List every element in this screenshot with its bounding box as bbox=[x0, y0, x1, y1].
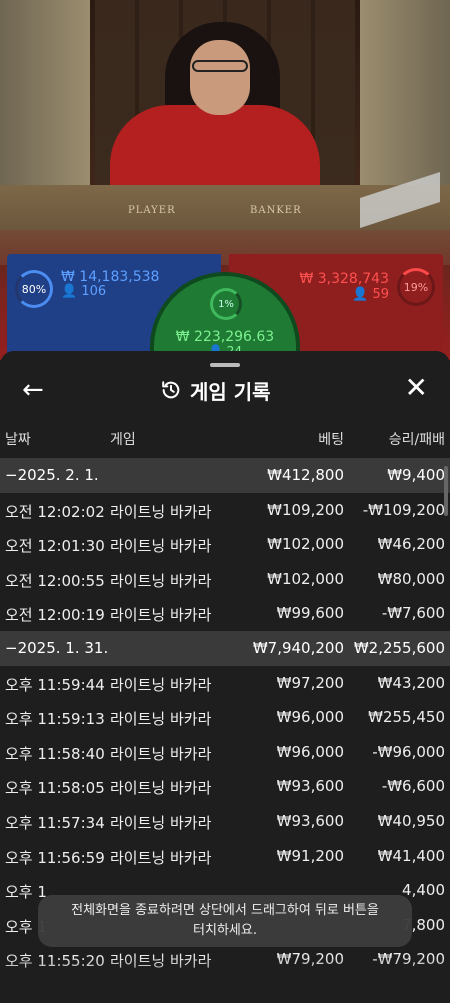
toast-line-2: 터치하세요. bbox=[193, 923, 257, 938]
row-win-loss: -₩96,000 bbox=[372, 742, 445, 761]
row-win-loss: ₩41,400 bbox=[377, 846, 445, 865]
row-date: 오후 11:56:59 bbox=[5, 848, 105, 867]
row-date: 오후 11:58:05 bbox=[5, 779, 105, 798]
row-win-loss: -₩7,600 bbox=[381, 604, 445, 623]
row-game: 라이트닝 바카라 bbox=[110, 813, 212, 832]
history-row[interactable]: 오전 12:01:30 라이트닝 바카라 ₩102,000 ₩46,200 bbox=[0, 527, 450, 562]
row-bet: ₩7,940,200 bbox=[252, 638, 344, 657]
history-row[interactable]: 오후 11:58:40 라이트닝 바카라 ₩96,000 -₩96,000 bbox=[0, 735, 450, 770]
banker-bet-amount: ₩ 3,328,743 bbox=[299, 271, 389, 287]
row-game: 라이트닝 바카라 bbox=[110, 848, 212, 867]
sheet-header: ← 게임 기록 ✕ bbox=[0, 371, 450, 411]
col-game[interactable]: 게임 bbox=[110, 429, 136, 449]
close-icon[interactable]: ✕ bbox=[405, 373, 428, 403]
row-bet: ₩93,600 bbox=[276, 811, 344, 830]
sheet-title-group: 게임 기록 bbox=[160, 375, 271, 405]
row-bet: ₩97,200 bbox=[276, 673, 344, 692]
history-row[interactable]: 오전 12:00:19 라이트닝 바카라 ₩99,600 -₩7,600 bbox=[0, 596, 450, 631]
row-game: 라이트닝 바카라 bbox=[110, 675, 212, 694]
row-bet: ₩96,000 bbox=[276, 708, 344, 727]
row-date: 오후 11:59:13 bbox=[5, 710, 105, 729]
row-game: 라이트닝 바카라 bbox=[110, 502, 212, 521]
row-win-loss: -₩6,600 bbox=[381, 777, 445, 796]
row-date: 오전 12:00:55 bbox=[5, 571, 105, 590]
scrollbar[interactable] bbox=[444, 466, 448, 516]
col-date[interactable]: 날짜 bbox=[5, 429, 31, 449]
date-group-row[interactable]: −2025. 1. 31. ₩7,940,200 ₩2,255,600 bbox=[0, 630, 450, 666]
row-win-loss: ₩43,200 bbox=[377, 673, 445, 692]
history-row[interactable]: 오후 11:57:34 라이트닝 바카라 ₩93,600 ₩40,950 bbox=[0, 804, 450, 839]
row-win-loss: ₩9,400 bbox=[387, 466, 445, 484]
date-group-row[interactable]: −2025. 2. 1. ₩412,800 ₩9,400 bbox=[0, 458, 450, 493]
history-row[interactable]: 오후 11:58:05 라이트닝 바카라 ₩93,600 -₩6,600 bbox=[0, 769, 450, 804]
row-win-loss: ₩46,200 bbox=[377, 535, 445, 554]
player-percent-ring: 80% bbox=[15, 270, 53, 308]
row-bet: ₩412,800 bbox=[267, 466, 344, 484]
row-win-loss: ₩2,255,600 bbox=[353, 638, 445, 657]
history-row[interactable]: 오전 12:00:55 라이트닝 바카라 ₩102,000 ₩80,000 bbox=[0, 562, 450, 597]
tie-percent-ring: 1% bbox=[210, 288, 242, 320]
row-win-loss: 4,400 bbox=[402, 881, 445, 900]
row-date: 오후 11:57:34 bbox=[5, 813, 105, 832]
toast-line-1: 전체화면을 종료하려면 상단에서 드래그하여 뒤로 버튼을 bbox=[71, 903, 379, 918]
row-win-loss: ₩40,950 bbox=[377, 811, 445, 830]
row-date: −2025. 2. 1. bbox=[5, 466, 99, 484]
row-win-loss: -₩109,200 bbox=[362, 500, 445, 519]
row-bet: ₩99,600 bbox=[276, 604, 344, 623]
row-game: 라이트닝 바카라 bbox=[110, 779, 212, 798]
row-bet: ₩96,000 bbox=[276, 742, 344, 761]
sheet-grab-handle[interactable] bbox=[210, 363, 240, 367]
player-bet-amount: ₩ 14,183,538 bbox=[61, 269, 160, 285]
dealer-face bbox=[190, 40, 250, 115]
col-bet[interactable]: 베팅 bbox=[318, 429, 344, 449]
row-bet: ₩91,200 bbox=[276, 846, 344, 865]
row-bet: ₩102,000 bbox=[267, 569, 344, 588]
history-row[interactable]: 오후 11:56:59 라이트닝 바카라 ₩91,200 ₩41,400 bbox=[0, 839, 450, 874]
fullscreen-toast: 전체화면을 종료하려면 상단에서 드래그하여 뒤로 버튼을 터치하세요. bbox=[38, 895, 412, 947]
row-win-loss: ₩255,450 bbox=[368, 708, 445, 727]
col-win-loss[interactable]: 승리/패배 bbox=[389, 429, 445, 449]
row-bet: ₩109,200 bbox=[267, 500, 344, 519]
row-date: 오전 12:02:02 bbox=[5, 502, 105, 521]
row-date: 오후 11:58:40 bbox=[5, 744, 105, 763]
row-bet: ₩102,000 bbox=[267, 535, 344, 554]
row-game: 라이트닝 바카라 bbox=[110, 606, 212, 625]
banker-bettor-count: 👤 59 bbox=[352, 287, 389, 302]
history-row[interactable]: 오전 12:02:02 라이트닝 바카라 ₩109,200 -₩109,200 bbox=[0, 493, 450, 528]
row-date: 오전 12:01:30 bbox=[5, 537, 105, 556]
dealer-glasses bbox=[192, 60, 248, 72]
bottom-fade bbox=[0, 955, 450, 1003]
row-game: 라이트닝 바카라 bbox=[110, 744, 212, 763]
history-row[interactable]: 오후 11:59:13 라이트닝 바카라 ₩96,000 ₩255,450 bbox=[0, 700, 450, 735]
row-win-loss: ₩80,000 bbox=[377, 569, 445, 588]
table-banker-label: BANKER bbox=[250, 205, 302, 216]
row-date: −2025. 1. 31. bbox=[5, 638, 109, 657]
sheet-title: 게임 기록 bbox=[190, 379, 271, 404]
row-game: 라이트닝 바카라 bbox=[110, 571, 212, 590]
back-arrow-icon[interactable]: ← bbox=[22, 375, 44, 405]
tie-bet-amount: ₩ 223,296.63 bbox=[175, 329, 275, 345]
history-clock-icon bbox=[162, 381, 180, 399]
table-player-label: PLAYER bbox=[128, 205, 176, 216]
column-headers: 날짜 게임 베팅 승리/패배 bbox=[0, 429, 450, 451]
row-date: 오후 11:59:44 bbox=[5, 675, 105, 694]
row-game: 라이트닝 바카라 bbox=[110, 710, 212, 729]
banker-percent-ring: 19% bbox=[397, 268, 435, 306]
row-game: 라이트닝 바카라 bbox=[110, 537, 212, 556]
row-bet: ₩93,600 bbox=[276, 777, 344, 796]
player-bettor-count: 👤 106 bbox=[61, 284, 107, 299]
history-row[interactable]: 오후 11:59:44 라이트닝 바카라 ₩97,200 ₩43,200 bbox=[0, 666, 450, 701]
row-date: 오전 12:00:19 bbox=[5, 606, 105, 625]
